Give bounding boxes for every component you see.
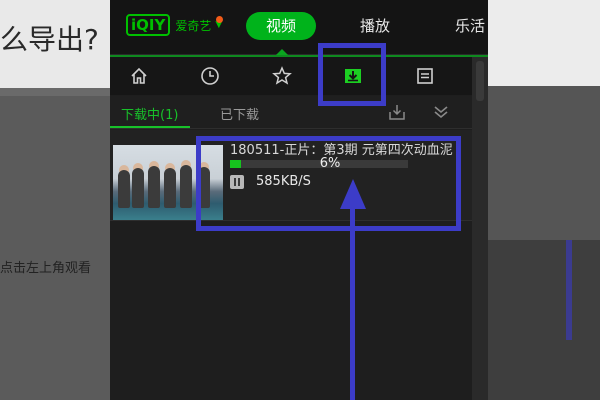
scrollbar[interactable] bbox=[472, 57, 488, 400]
tab-downloading[interactable]: 下载中(1) bbox=[121, 104, 178, 123]
notification-dot bbox=[216, 16, 223, 23]
double-chevron-down-icon[interactable] bbox=[432, 103, 450, 121]
annotation-box-download-button bbox=[318, 43, 386, 106]
background-hint-text: 点击左上角观看 bbox=[0, 261, 92, 276]
home-icon[interactable] bbox=[129, 66, 149, 86]
annotation-arrow-head bbox=[340, 179, 366, 209]
logo-text: 爱奇艺 bbox=[175, 18, 212, 33]
download-subtabs: 下载中(1) 已下载 bbox=[110, 96, 472, 129]
star-icon[interactable] bbox=[272, 66, 292, 86]
tab-downloaded[interactable]: 已下载 bbox=[220, 104, 259, 123]
tab-video[interactable]: 视频 bbox=[246, 12, 316, 40]
download-folder-icon[interactable] bbox=[388, 103, 406, 121]
annotation-arrow-shaft bbox=[350, 205, 355, 400]
iqiyi-logo[interactable]: iQIY 爱奇艺 ▼ bbox=[126, 14, 222, 36]
list-icon[interactable] bbox=[415, 66, 435, 86]
logo-mark: iQIY bbox=[126, 14, 171, 36]
function-icon-row bbox=[110, 57, 472, 95]
top-navigation-bar: iQIY 爱奇艺 ▼ 视频 播放 乐活 bbox=[110, 0, 488, 55]
annotation-box-download-item bbox=[196, 136, 461, 231]
background-page-left: 么导出? 点击左上角观看 bbox=[0, 0, 110, 400]
background-title: 么导出? bbox=[0, 23, 99, 56]
tab-lehuo[interactable]: 乐活 bbox=[450, 12, 488, 40]
background-page-right bbox=[488, 0, 600, 400]
history-icon[interactable] bbox=[200, 66, 220, 86]
tab-play[interactable]: 播放 bbox=[355, 12, 395, 40]
